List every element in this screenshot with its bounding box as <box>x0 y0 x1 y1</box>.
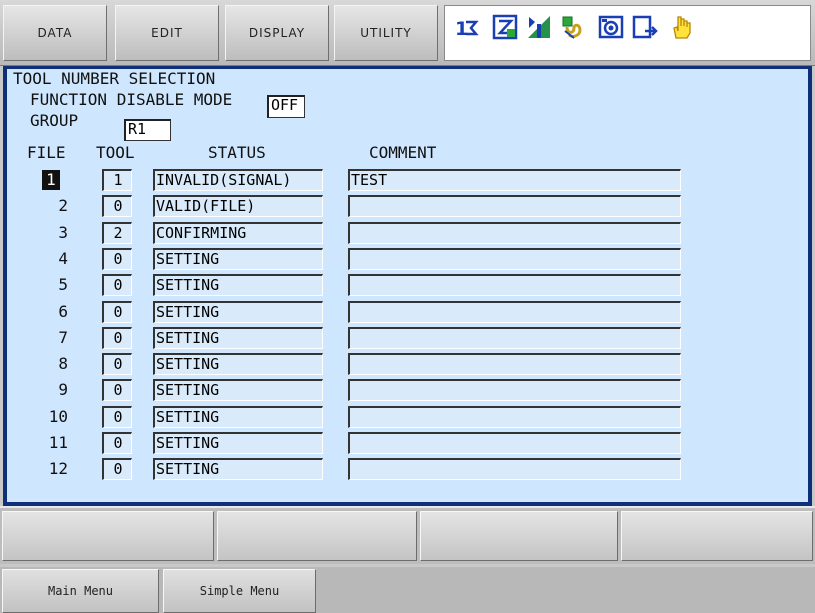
row-comment-cell[interactable] <box>348 301 681 323</box>
row-file-number: 10 <box>48 407 68 426</box>
header-comment: COMMENT <box>369 143 437 162</box>
row-file-number: 7 <box>58 328 68 347</box>
row-file-number: 4 <box>58 249 68 268</box>
group-label: GROUP <box>30 111 79 130</box>
row-comment-cell[interactable] <box>348 248 681 270</box>
simple-menu-button[interactable]: Simple Menu <box>163 569 316 613</box>
row-comment-cell[interactable] <box>348 353 681 375</box>
row-file-number: 11 <box>48 433 68 452</box>
row-tool-cell[interactable]: 0 <box>102 195 132 217</box>
function-key-1[interactable] <box>2 511 214 561</box>
menu-utility[interactable]: UTILITY <box>334 5 438 61</box>
row-tool-cell[interactable]: 0 <box>102 353 132 375</box>
menu-display[interactable]: DISPLAY <box>225 5 329 61</box>
function-disable-label: FUNCTION DISABLE MODE <box>30 90 233 109</box>
row-file-number: 9 <box>58 380 68 399</box>
menu-data[interactable]: DATA <box>3 5 107 61</box>
row-file-number: 12 <box>48 459 68 478</box>
menu-edit[interactable]: EDIT <box>115 5 219 61</box>
row-status-cell: SETTING <box>153 458 323 480</box>
row-status-cell: SETTING <box>153 248 323 270</box>
row-comment-cell[interactable] <box>348 274 681 296</box>
arrow-doc-icon <box>632 15 658 39</box>
row-comment-cell[interactable]: TEST <box>348 169 681 191</box>
row-status-cell: SETTING <box>153 274 323 296</box>
hand-icon <box>673 16 691 39</box>
sync-icon: 1 <box>455 18 479 40</box>
row-comment-cell[interactable] <box>348 458 681 480</box>
row-tool-cell[interactable]: 1 <box>102 169 132 191</box>
row-comment-cell[interactable] <box>348 379 681 401</box>
row-tool-cell[interactable]: 0 <box>102 274 132 296</box>
main-menu-button[interactable]: Main Menu <box>2 569 159 613</box>
row-status-cell: SETTING <box>153 353 323 375</box>
signal-icon <box>528 16 550 38</box>
row-status-cell: VALID(FILE) <box>153 195 323 217</box>
row-file-number: 6 <box>58 302 68 321</box>
row-file-number-cursor: 1 <box>42 170 60 190</box>
row-tool-cell[interactable]: 0 <box>102 248 132 270</box>
row-comment-cell[interactable] <box>348 327 681 349</box>
link-icon <box>562 16 582 39</box>
function-key-2[interactable] <box>217 511 417 561</box>
camera-icon <box>598 15 624 39</box>
row-file-number: 2 <box>58 196 68 215</box>
row-status-cell: SETTING <box>153 327 323 349</box>
row-file-number: 8 <box>58 354 68 373</box>
header-tool: TOOL <box>96 143 135 162</box>
row-comment-cell[interactable] <box>348 432 681 454</box>
row-file-number: 5 <box>58 275 68 294</box>
row-comment-cell[interactable] <box>348 195 681 217</box>
row-tool-cell[interactable]: 0 <box>102 406 132 428</box>
row-tool-cell[interactable]: 0 <box>102 301 132 323</box>
row-status-cell: SETTING <box>153 432 323 454</box>
page-title: TOOL NUMBER SELECTION <box>13 69 216 88</box>
row-file-number: 3 <box>58 223 68 242</box>
header-status: STATUS <box>208 143 266 162</box>
group-value[interactable]: R1 <box>124 119 171 141</box>
row-comment-cell[interactable] <box>348 222 681 244</box>
row-status-cell: SETTING <box>153 406 323 428</box>
row-comment-cell[interactable] <box>348 406 681 428</box>
row-tool-cell[interactable]: 2 <box>102 222 132 244</box>
function-key-4[interactable] <box>621 511 813 561</box>
edit-mode-icon <box>492 14 518 40</box>
row-status-cell: CONFIRMING <box>153 222 323 244</box>
row-tool-cell[interactable]: 0 <box>102 458 132 480</box>
row-status-cell: SETTING <box>153 379 323 401</box>
row-tool-cell[interactable]: 0 <box>102 432 132 454</box>
function-key-3[interactable] <box>420 511 618 561</box>
row-status-cell: SETTING <box>153 301 323 323</box>
row-status-cell: INVALID(SIGNAL) <box>153 169 323 191</box>
header-file: FILE <box>27 143 66 162</box>
row-tool-cell[interactable]: 0 <box>102 327 132 349</box>
row-tool-cell[interactable]: 0 <box>102 379 132 401</box>
function-disable-value[interactable]: OFF <box>267 95 305 118</box>
